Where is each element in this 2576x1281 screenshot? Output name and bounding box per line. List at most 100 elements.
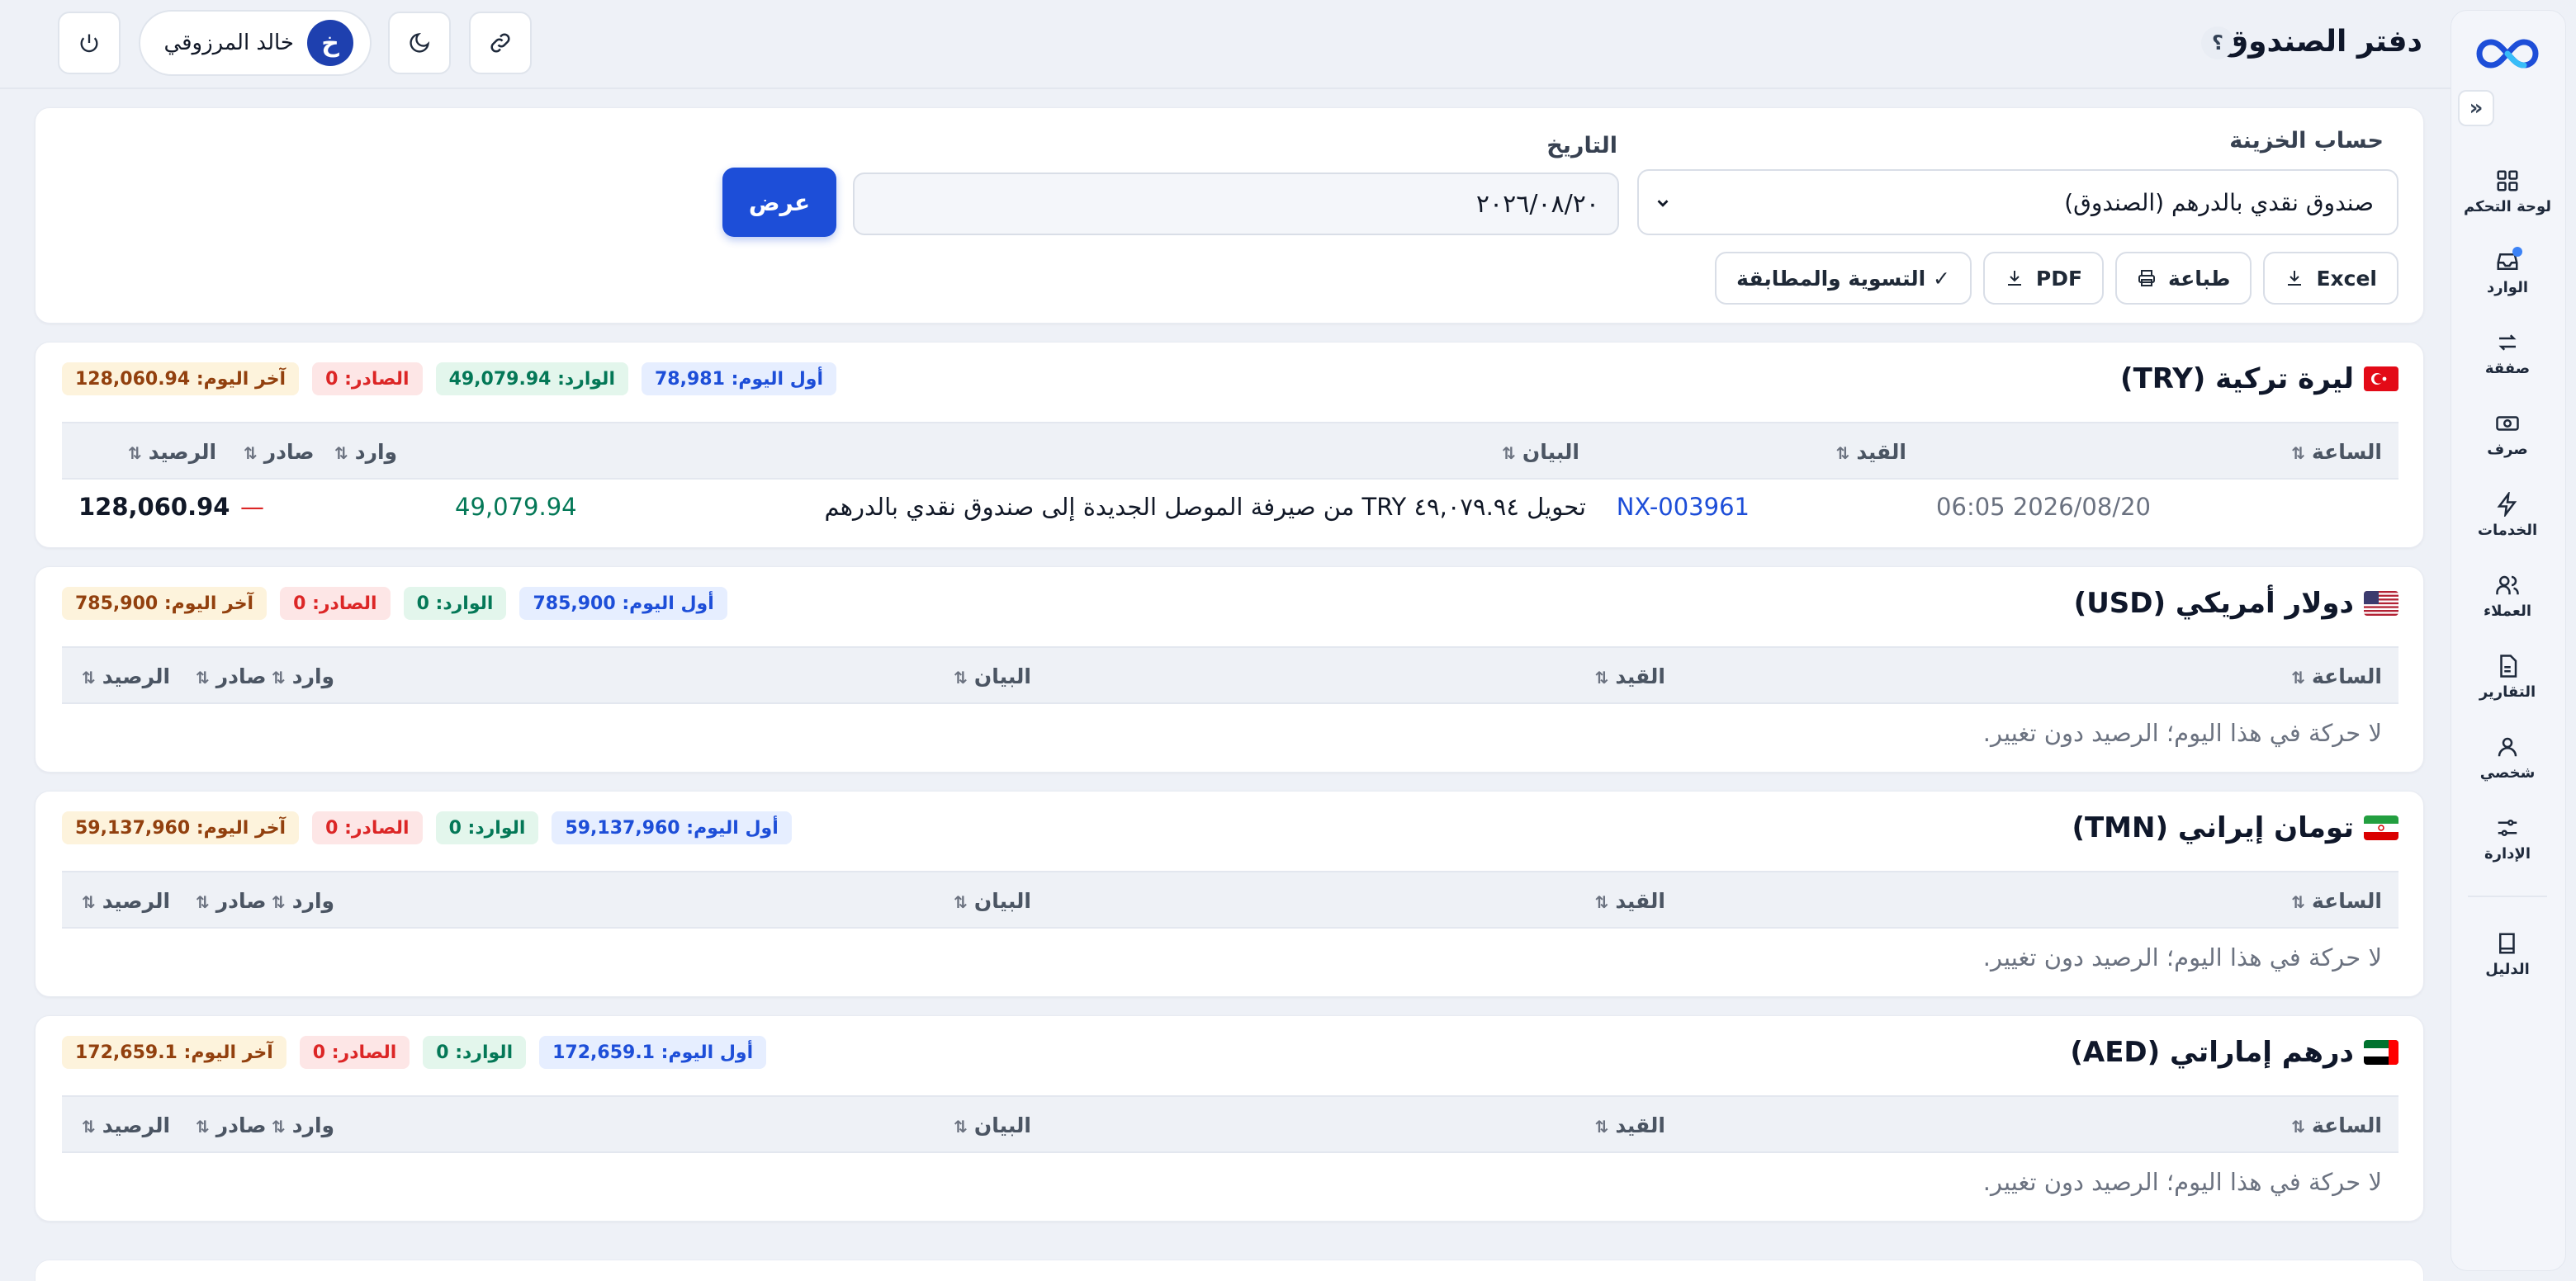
table-header: الساعة⇅ القيد⇅ البيان⇅ وارد⇅ صادر⇅ الرصي… <box>62 871 2398 929</box>
sidebar-item-label: الخدمات <box>2477 521 2538 539</box>
closing-balance-badge: آخر اليوم: 172,659.1 <box>62 1036 286 1069</box>
date-field[interactable]: ٢٠٢٦/٠٨/٢٠ <box>853 173 1619 235</box>
filter-card: حساب الخزينة صندوق نقدي بالدرهم (الصندوق… <box>35 107 2424 324</box>
sort-icon: ⇅ <box>2291 1117 2305 1137</box>
empty-state-message: لا حركة في هذا اليوم؛ الرصيد دون تغيير. <box>1982 719 2382 747</box>
th-time[interactable]: الساعة ⇅ <box>2291 889 2382 913</box>
turkey-flag-icon <box>2364 366 2398 391</box>
sidebar-nav: لوحة التحكم الوارد صفقة صرف الخدمات العم… <box>2450 151 2565 995</box>
th-time[interactable]: الساعة ⇅ <box>2291 440 2382 464</box>
summary-badges: آخر اليوم: 785,900 الصادر: 0 الوارد: 0 أ… <box>62 587 727 620</box>
printer-icon <box>2138 270 2156 286</box>
sort-icon: ⇅ <box>954 1117 968 1137</box>
column-label: صادر <box>215 664 267 688</box>
th-entry[interactable]: القيد ⇅ <box>1595 664 1665 688</box>
moon-icon <box>410 32 430 53</box>
sidebar-item-deal[interactable]: صفقة <box>2450 313 2565 394</box>
download-icon <box>2007 271 2021 286</box>
select-value: صندوق نقدي بالدرهم (الصندوق) <box>2064 188 2374 216</box>
sidebar-item-admin[interactable]: الإدارة <box>2450 798 2565 879</box>
account-label: حساب الخزينة <box>2229 128 2384 154</box>
th-incoming[interactable]: وارد⇅ <box>272 889 334 913</box>
column-label: صادر <box>215 889 267 913</box>
th-balance[interactable]: الرصيد ⇅ <box>82 889 170 913</box>
column-label: الرصيد <box>102 1113 171 1137</box>
cell-time: 2026/08/20 06:05 <box>1936 493 2151 521</box>
uae-flag-icon <box>2364 1040 2398 1065</box>
sort-icon: ⇅ <box>334 443 348 463</box>
treasury-account-select[interactable]: صندوق نقدي بالدرهم (الصندوق) <box>1637 169 2398 235</box>
th-balance[interactable]: الرصيد ⇅ <box>82 664 170 688</box>
chevron-down-icon <box>1657 200 1669 207</box>
section-title: درهم إماراتي (AED) <box>2070 1036 2354 1069</box>
sort-icon: ⇅ <box>2291 443 2305 463</box>
closing-balance-badge: آخر اليوم: 59,137,960 <box>62 811 300 844</box>
th-outgoing[interactable]: صادر⇅ <box>244 440 315 464</box>
brand-logo-icon[interactable] <box>2473 35 2542 72</box>
th-incoming[interactable]: وارد⇅ <box>272 1113 334 1137</box>
logout-button[interactable] <box>58 12 121 74</box>
sidebar-item-dashboard[interactable]: لوحة التحكم <box>2450 151 2565 232</box>
sort-icon: ⇅ <box>1594 668 1609 688</box>
sidebar-item-label: شخصي <box>2479 763 2536 782</box>
sidebar-item-reports[interactable]: التقارير <box>2450 636 2565 717</box>
button-label: Excel <box>2316 266 2377 291</box>
reconcile-button[interactable]: ✓ التسوية والمطابقة <box>1715 252 1972 305</box>
sidebar-item-services[interactable]: الخدمات <box>2450 475 2565 555</box>
sort-icon: ⇅ <box>82 892 96 912</box>
opening-balance-badge: أول اليوم: 59,137,960 <box>552 811 792 844</box>
section-header: درهم إماراتي (AED) <box>2070 1036 2398 1069</box>
column-label: البيان <box>973 889 1031 913</box>
summary-badges: آخر اليوم: 172,659.1 الصادر: 0 الوارد: 0… <box>62 1036 767 1069</box>
th-statement[interactable]: البيان⇅ <box>954 889 1031 913</box>
sidebar-item-inbox[interactable]: الوارد <box>2450 232 2565 313</box>
sidebar-item-label: لوحة التحكم <box>2463 197 2552 215</box>
entry-link[interactable]: NX-003961 <box>1617 493 1750 521</box>
th-balance[interactable]: الرصيد ⇅ <box>82 1113 170 1137</box>
cell-incoming: 49,079.94 <box>455 493 577 521</box>
print-button[interactable]: طباعة <box>2115 252 2252 305</box>
theme-toggle-button[interactable] <box>388 12 451 74</box>
iran-flag-icon <box>2364 815 2398 840</box>
pdf-button[interactable]: PDF <box>1982 252 2105 305</box>
usa-flag-icon <box>2364 591 2398 616</box>
th-statement[interactable]: البيان⇅ <box>1502 440 1579 464</box>
th-time[interactable]: الساعة ⇅ <box>2291 664 2382 688</box>
sidebar-item-guide[interactable]: الدليل <box>2450 914 2565 995</box>
th-entry[interactable]: القيد ⇅ <box>1595 889 1665 913</box>
sidebar-collapse-button[interactable]: « <box>2458 90 2494 126</box>
link-button[interactable] <box>469 12 532 74</box>
sidebar-item-exchange[interactable]: صرف <box>2450 394 2565 475</box>
sidebar-item-label: العملاء <box>2483 602 2532 620</box>
sidebar-item-customers[interactable]: العملاء <box>2450 555 2565 636</box>
th-outgoing[interactable]: صادر⇅ <box>196 664 267 688</box>
column-label: القيد <box>1615 889 1665 913</box>
th-outgoing[interactable]: صادر⇅ <box>196 1113 267 1137</box>
sort-icon: ⇅ <box>272 892 286 912</box>
th-entry[interactable]: القيد ⇅ <box>1595 1113 1665 1137</box>
th-statement[interactable]: البيان⇅ <box>954 664 1031 688</box>
th-incoming[interactable]: وارد⇅ <box>334 440 397 464</box>
sort-icon: ⇅ <box>196 892 210 912</box>
th-time[interactable]: الساعة ⇅ <box>2291 1113 2382 1137</box>
next-section-card <box>35 1260 2424 1281</box>
sidebar-item-profile[interactable]: شخصي <box>2450 717 2565 798</box>
outgoing-badge: الصادر: 0 <box>312 811 423 844</box>
section-header: ليرة تركية (TRY) <box>2120 362 2398 395</box>
th-outgoing[interactable]: صادر⇅ <box>196 889 267 913</box>
summary-badges: آخر اليوم: 59,137,960 الصادر: 0 الوارد: … <box>62 811 792 844</box>
notification-dot <box>2512 247 2522 257</box>
show-button[interactable]: عرض <box>722 168 836 237</box>
help-button[interactable]: ؟ <box>2201 26 2234 59</box>
th-balance[interactable]: الرصيد ⇅ <box>128 440 216 464</box>
th-entry[interactable]: القيد ⇅ <box>1836 440 1906 464</box>
th-incoming[interactable]: وارد⇅ <box>272 664 334 688</box>
sidebar-divider <box>2468 896 2547 897</box>
outgoing-badge: الصادر: 0 <box>280 587 391 620</box>
bolt-icon <box>2497 491 2517 517</box>
user-menu[interactable]: خ خالد المرزوقي <box>139 10 372 76</box>
th-statement[interactable]: البيان⇅ <box>954 1113 1031 1137</box>
sort-icon: ⇅ <box>1594 892 1609 912</box>
excel-button[interactable]: Excel <box>2263 252 2398 305</box>
outgoing-badge: الصادر: 0 <box>312 362 423 395</box>
